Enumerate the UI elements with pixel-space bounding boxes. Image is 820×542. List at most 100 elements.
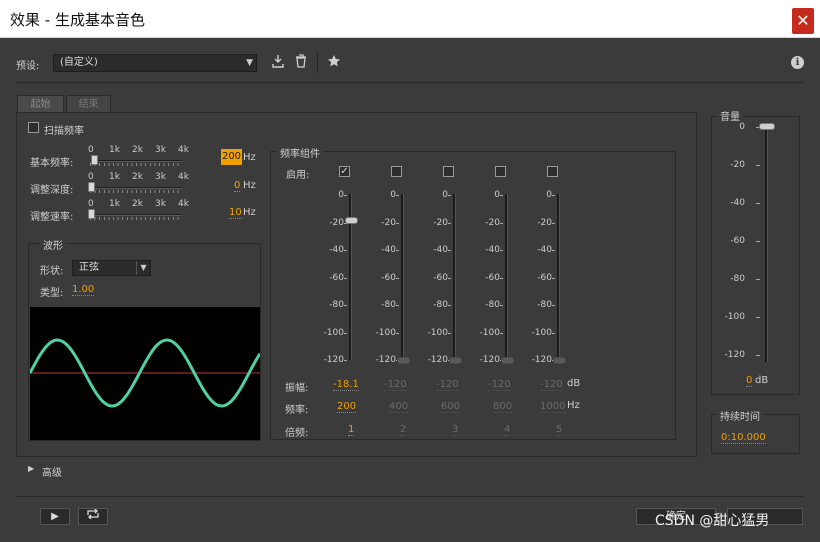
amplitude-tick [344, 305, 347, 306]
shape-dropdown[interactable]: 正弦 ▼ [72, 260, 151, 276]
amplitude-thumb[interactable] [449, 357, 462, 364]
enable-checkbox-5[interactable] [547, 166, 558, 177]
favorite-star-icon[interactable] [326, 54, 342, 72]
amplitude-tick [344, 195, 347, 196]
duration-label: 持续时间 [717, 408, 763, 423]
advanced-label[interactable]: 高级 [42, 464, 62, 479]
delete-preset-icon[interactable] [293, 54, 309, 72]
volume-tick [756, 355, 760, 356]
toolbar-separator [317, 53, 318, 73]
volume-value[interactable]: 0 [746, 375, 753, 387]
frequency-value-5[interactable]: 1000 [540, 401, 566, 413]
enable-label: 启用: [286, 170, 310, 181]
amplitude-thumb[interactable] [501, 357, 514, 364]
amplitude-value-4[interactable]: -120 [488, 379, 511, 391]
frequency-value-3[interactable]: 600 [441, 401, 461, 413]
scale-tick: 1k [109, 172, 120, 182]
amplitude-slider-2[interactable]: 0 -20 -40 -60 -80 -100 -120 [366, 190, 412, 365]
amplitude-scale-label: -60 [485, 272, 500, 283]
enable-checkbox-3[interactable] [443, 166, 454, 177]
amplitude-scale-label: -20 [381, 217, 396, 228]
multiple-value-5[interactable]: 5 [556, 424, 563, 436]
amplitude-scale-label: -20 [433, 217, 448, 228]
amplitude-scale-label: -120 [323, 355, 344, 365]
sweep-checkbox[interactable] [28, 122, 39, 133]
shape-value: 正弦 [79, 262, 99, 273]
amplitude-tick [552, 332, 555, 334]
enable-checkbox-4[interactable] [495, 166, 506, 177]
loop-button[interactable] [78, 508, 108, 525]
frequency-label: 频率: [285, 405, 309, 416]
close-button[interactable]: ✕ [792, 8, 814, 34]
amplitude-value-1[interactable]: -18.1 [333, 379, 359, 391]
mod-depth-unit: Hz [243, 180, 256, 191]
amplitude-thumb[interactable] [345, 216, 358, 224]
amplitude-scale-label: -100 [323, 327, 344, 338]
amplitude-tick [448, 332, 451, 334]
amplitude-slider-1[interactable]: 0 -20 -40 -60 -80 -100 -120 [314, 190, 360, 365]
duration-value[interactable]: 0:10.000 [721, 432, 766, 444]
amplitude-scale-label: -60 [433, 272, 448, 283]
slider-thumb[interactable] [88, 209, 95, 219]
save-preset-icon[interactable] [270, 54, 286, 72]
enable-checkbox-2[interactable] [391, 166, 402, 177]
mod-depth-slider[interactable]: 0 1k 2k 3k 4k [88, 172, 189, 194]
amplitude-thumb[interactable] [553, 357, 566, 364]
expand-triangle-icon[interactable]: ▶ [28, 464, 34, 473]
window-title: 效果 - 生成基本音色 [10, 11, 145, 29]
amplitude-slider-3[interactable]: 0 -20 -40 -60 -80 -100 -120 [418, 190, 464, 365]
amplitude-tick [396, 332, 399, 334]
slider-thumb[interactable] [88, 182, 95, 192]
amplitude-scale-label: -80 [329, 300, 344, 310]
amplitude-slider-4[interactable]: 0 -20 -40 -60 -80 -100 -120 [470, 190, 516, 365]
scale-tick: 4k [178, 172, 189, 182]
multiple-value-1[interactable]: 1 [348, 424, 355, 436]
amplitude-tick [500, 277, 503, 279]
volume-thumb[interactable] [759, 123, 775, 130]
amplitude-scale-label: -80 [485, 300, 500, 310]
enable-checkbox-1[interactable]: ✓ [339, 166, 350, 177]
scale-tick: 0 [88, 199, 94, 209]
amplitude-tick [344, 332, 347, 334]
volume-track [765, 124, 768, 362]
tab-start[interactable]: 起始 [17, 95, 64, 113]
scale-tick: 4k [178, 145, 189, 155]
loop-icon [87, 508, 99, 520]
volume-scale-label: 0 [739, 122, 745, 132]
mod-depth-value[interactable]: 0 [234, 180, 241, 192]
multiple-value-2[interactable]: 2 [400, 424, 407, 436]
amplitude-value-2[interactable]: -120 [384, 379, 407, 391]
amplitude-tick [396, 277, 399, 279]
base-freq-slider[interactable]: 0 1k 2k 3k 4k [88, 145, 189, 167]
amplitude-value-5[interactable]: -120 [540, 379, 563, 391]
frequency-value-2[interactable]: 400 [389, 401, 409, 413]
amplitude-thumb[interactable] [397, 357, 410, 364]
type-value[interactable]: 1.00 [72, 284, 95, 296]
amplitude-tick [552, 277, 555, 279]
preset-dropdown[interactable]: (自定义) ▼ [53, 54, 257, 72]
amplitude-tick [500, 305, 503, 306]
amplitude-tick [500, 195, 503, 196]
slider-thumb[interactable] [91, 155, 98, 165]
multiple-value-3[interactable]: 3 [452, 424, 459, 436]
scale-tick: 3k [155, 172, 166, 182]
mod-rate-slider[interactable]: 0 1k 2k 3k 4k [88, 199, 189, 221]
amplitude-value-3[interactable]: -120 [436, 379, 459, 391]
amplitude-tick [344, 277, 347, 279]
multiple-value-4[interactable]: 4 [504, 424, 511, 436]
amplitude-scale-label: -20 [329, 217, 344, 228]
slider-track [90, 214, 182, 216]
base-freq-value[interactable]: 200 [221, 149, 242, 165]
mod-rate-value[interactable]: 10 [229, 207, 242, 219]
amplitude-slider-5[interactable]: 0 -20 -40 -60 -80 -100 -120 [522, 190, 568, 365]
amplitude-tick [500, 222, 503, 224]
play-button[interactable]: ▶ [40, 508, 70, 525]
slider-track [90, 187, 182, 189]
volume-slider[interactable]: 0 -20 -40 -60 -80 -100 -120 [715, 120, 799, 392]
frequency-value-1[interactable]: 200 [337, 401, 357, 413]
preset-value: (自定义) [60, 57, 98, 68]
frequency-value-4[interactable]: 800 [493, 401, 513, 413]
info-icon[interactable]: ℹ [791, 56, 804, 69]
type-label: 类型: [40, 288, 64, 299]
tab-end[interactable]: 结束 [66, 95, 111, 113]
